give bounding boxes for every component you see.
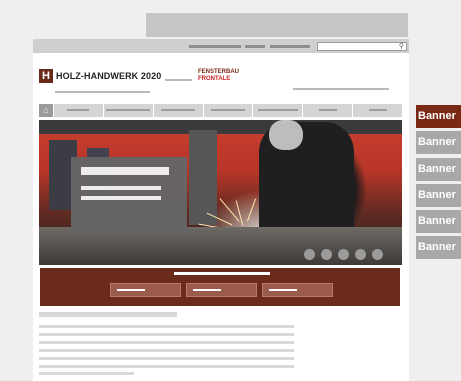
content-line [39, 341, 294, 344]
hero-disc [338, 249, 349, 260]
content-line [39, 372, 134, 375]
nav-item[interactable] [53, 104, 103, 117]
nav-item[interactable] [302, 104, 352, 117]
promo-title [174, 272, 270, 275]
hero-disc [355, 249, 366, 260]
utility-link[interactable] [270, 45, 310, 48]
side-banner[interactable]: Banner [416, 131, 461, 154]
partner-logo-line1: FENSTERBAU [198, 69, 240, 75]
search-input[interactable]: ⚲ [317, 42, 407, 51]
nav-item[interactable] [152, 104, 203, 117]
hero-disc [304, 249, 315, 260]
main-navigation: ⌂ [39, 104, 402, 117]
top-banner-placeholder[interactable] [146, 13, 408, 37]
hero-caption-box[interactable] [71, 157, 187, 234]
side-banner[interactable]: Banner [416, 236, 461, 259]
content-line [39, 333, 294, 336]
partner-logo-line2: FRONTALE [198, 75, 231, 82]
utility-link[interactable] [189, 45, 241, 48]
home-icon[interactable]: ⌂ [39, 104, 53, 117]
header-info-placeholder [293, 88, 389, 90]
partner-logo[interactable]: FENSTERBAU FRONTALE [198, 69, 239, 82]
hero-caption-line [81, 196, 161, 200]
promo-strip [40, 268, 400, 306]
content-line [39, 357, 294, 360]
site-logo[interactable]: H HOLZ-HANDWERK 2020 [39, 69, 161, 83]
hero-machine [189, 130, 217, 225]
content-line [39, 349, 294, 352]
side-banner[interactable]: Banner [416, 158, 461, 181]
side-banner[interactable]: Banner [416, 184, 461, 207]
content-heading [39, 312, 177, 317]
nav-item[interactable] [202, 104, 253, 117]
hero-disc [372, 249, 383, 260]
nav-item[interactable] [102, 104, 153, 117]
side-banner[interactable]: Banner [416, 105, 461, 128]
logo-mark: H [39, 69, 53, 83]
hero-disc [321, 249, 332, 260]
hero-ceiling [39, 120, 402, 134]
search-icon[interactable]: ⚲ [399, 42, 404, 51]
side-banner[interactable]: Banner [416, 210, 461, 233]
nav-item[interactable] [352, 104, 402, 117]
nav-item[interactable] [252, 104, 302, 117]
promo-button[interactable] [262, 283, 333, 297]
logo-text: HOLZ-HANDWERK 2020 [56, 71, 162, 81]
hero-face-shield [269, 120, 303, 150]
hero-caption-title [81, 167, 169, 175]
content-line [39, 325, 294, 328]
promo-button[interactable] [186, 283, 257, 297]
utility-link[interactable] [245, 45, 265, 48]
hero-caption-line [81, 186, 161, 190]
header-separator [165, 79, 192, 81]
logo-tagline-placeholder [55, 91, 150, 93]
promo-button[interactable] [110, 283, 181, 297]
content-line [39, 365, 294, 368]
